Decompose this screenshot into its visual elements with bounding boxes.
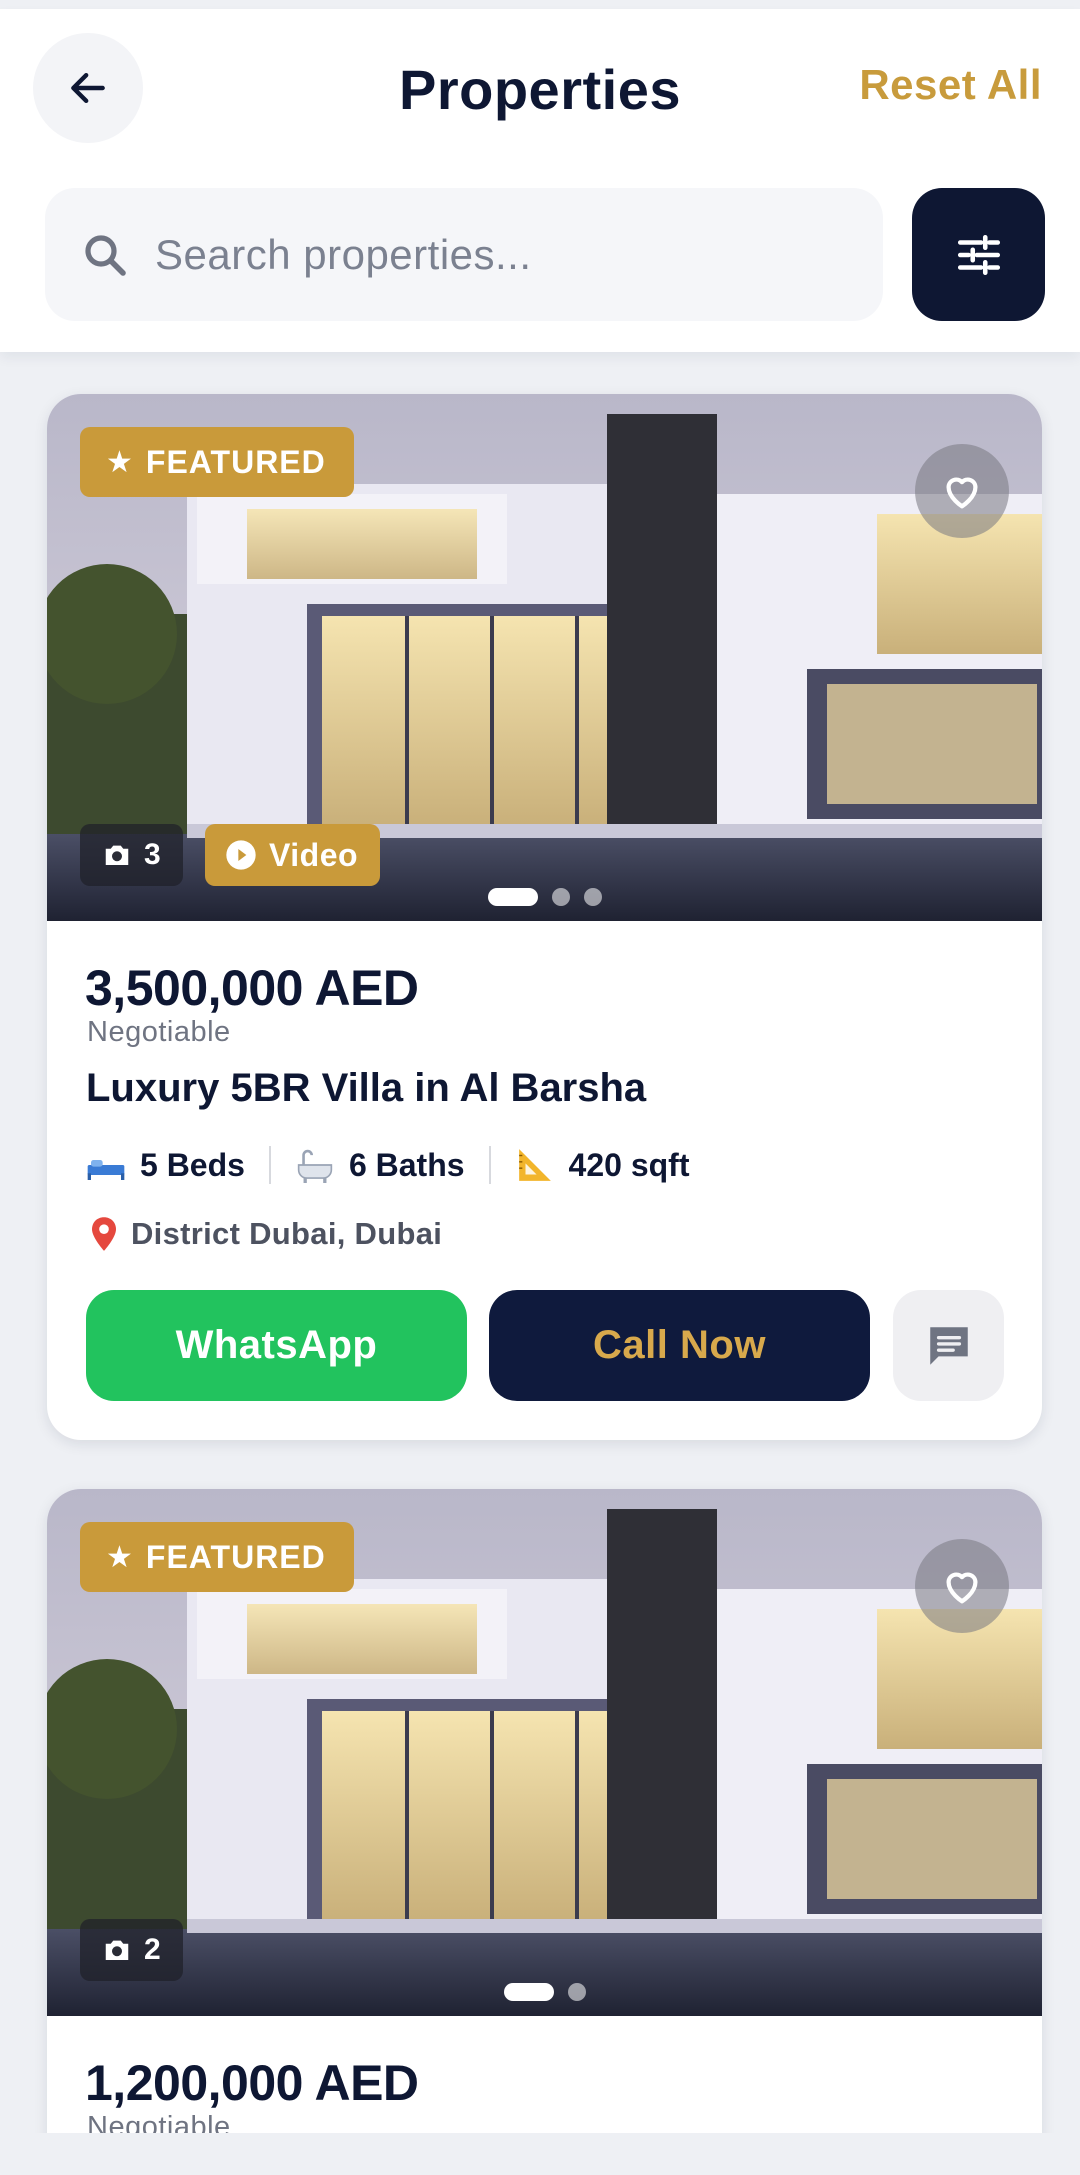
bed-icon [87, 1160, 125, 1180]
property-card[interactable]: ★ FEATURED 3 Video 3,500,000 AED Negotia… [47, 394, 1042, 1440]
video-badge[interactable]: Video [205, 824, 381, 886]
app-header: Properties Reset All [0, 9, 1080, 352]
play-circle-icon [226, 840, 256, 870]
filter-button[interactable] [912, 188, 1045, 321]
carousel-dot[interactable] [583, 888, 602, 906]
triangle-ruler-icon [518, 1149, 551, 1181]
search-box[interactable] [45, 188, 883, 321]
property-card[interactable]: ★ FEATURED 2 1,200,000 AED Negotiable [47, 1489, 1042, 2175]
message-button[interactable] [893, 1290, 1004, 1401]
beds-spec: 5 Beds [86, 1147, 245, 1184]
camera-icon [105, 845, 129, 865]
sliders-icon [957, 234, 1000, 275]
reset-all-link[interactable]: Reset All [859, 61, 1042, 109]
photo-count-badge: 3 [80, 824, 183, 886]
area-spec: 420 sqft [515, 1146, 689, 1184]
carousel-dots [47, 888, 1042, 906]
featured-badge: ★ FEATURED [80, 1522, 354, 1592]
star-icon: ★ [106, 445, 134, 479]
whatsapp-button[interactable]: WhatsApp [86, 1290, 467, 1401]
search-input[interactable] [155, 188, 855, 321]
camera-icon [105, 1940, 129, 1960]
heart-icon [946, 477, 978, 509]
call-now-button[interactable]: Call Now [489, 1290, 870, 1401]
property-price: 3,500,000 AED [85, 960, 419, 1016]
property-location: District Dubai, Dubai [89, 1216, 442, 1252]
carousel-dot[interactable] [503, 1983, 554, 2001]
carousel-dot[interactable] [551, 888, 570, 906]
carousel-dots [47, 1983, 1042, 2001]
baths-spec: 6 Baths [295, 1147, 465, 1184]
search-icon [85, 235, 126, 276]
carousel-dot[interactable] [567, 1983, 586, 2001]
photo-count-badge: 2 [80, 1919, 183, 1981]
bottom-bar [0, 2133, 1080, 2175]
star-icon: ★ [106, 1540, 134, 1574]
negotiable-label: Negotiable [87, 1016, 231, 1048]
property-price: 1,200,000 AED [85, 2055, 419, 2111]
chat-icon [929, 1326, 968, 1365]
divider [488, 1146, 491, 1184]
bathtub-icon [297, 1149, 333, 1183]
favorite-button[interactable] [915, 444, 1009, 538]
property-title[interactable]: Luxury 5BR Villa in Al Barsha [86, 1066, 646, 1111]
heart-icon [946, 1572, 978, 1604]
location-pin-icon [92, 1217, 116, 1251]
property-photo[interactable]: ★ FEATURED 3 Video [47, 394, 1042, 921]
favorite-button[interactable] [915, 1539, 1009, 1633]
property-specs: 5 Beds 6 Baths 420 sqft [86, 1146, 689, 1184]
property-photo[interactable]: ★ FEATURED 2 [47, 1489, 1042, 2016]
carousel-dot[interactable] [487, 888, 538, 906]
divider [268, 1146, 271, 1184]
status-bar [0, 0, 1080, 9]
featured-badge: ★ FEATURED [80, 427, 354, 497]
